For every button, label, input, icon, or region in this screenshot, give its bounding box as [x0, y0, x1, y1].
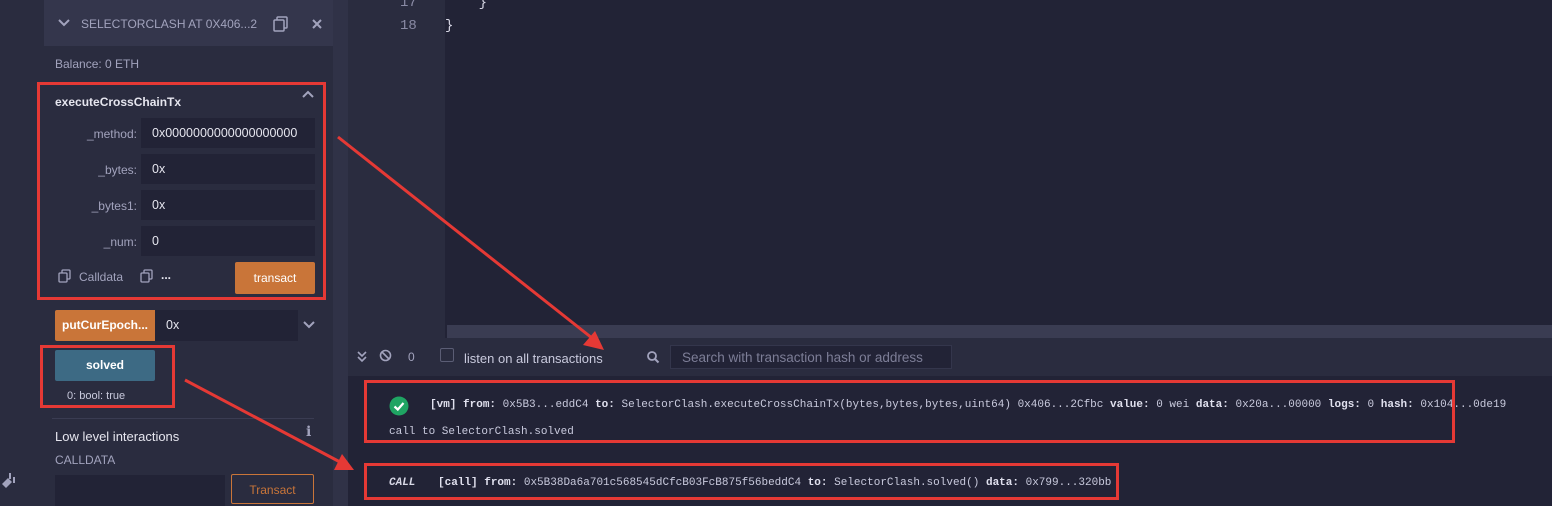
icon-rail: [0, 0, 31, 506]
low-level-title: Low level interactions: [55, 429, 180, 444]
call-to: SelectorClash.solved(): [834, 477, 980, 489]
tx-data-key: data:: [1195, 399, 1229, 411]
num-input[interactable]: 0: [141, 226, 315, 256]
low-level-transact-button[interactable]: Transact: [231, 474, 314, 504]
call-to-key: to:: [807, 477, 828, 489]
tx-to-key: to:: [595, 399, 615, 411]
collapse-terminal-icon[interactable]: [357, 351, 367, 363]
function-name: executeCrossChainTx: [55, 95, 182, 109]
call-log-line[interactable]: [call] from: 0x5B38Da6a701c568545dCfcB03…: [438, 477, 1111, 489]
tx-value: 0 wei: [1156, 399, 1190, 411]
tx-logs: 0: [1367, 399, 1375, 411]
low-level-calldata-input[interactable]: [55, 475, 225, 506]
calldata-label: Calldata: [79, 270, 124, 284]
tx-hash: 0x104...0de19: [1420, 399, 1507, 411]
tx-tag: [vm]: [430, 399, 457, 411]
solved-result: 0: bool: true: [67, 390, 126, 402]
tx-search-placeholder: Search with transaction hash or address: [682, 350, 923, 365]
contract-title: SELECTORCLASH AT 0X406...2: [81, 17, 258, 31]
balance-label: Balance: 0 ETH: [55, 57, 140, 71]
tx-from: 0x5B3...eddC4: [502, 399, 589, 411]
line-number: 17: [400, 0, 417, 11]
contract-header[interactable]: SELECTORCLASH AT 0X406...2: [44, 0, 333, 46]
param-label-bytes1: _bytes1:: [91, 199, 137, 213]
plugin-icon[interactable]: [0, 470, 18, 490]
call-from: 0x5B38Da6a701c568545dCfcB03FcB875f56bedd…: [523, 477, 802, 489]
tx-logs-key: logs:: [1327, 399, 1361, 411]
call-from-key: from:: [484, 477, 518, 489]
call-data: 0x799...320bb: [1025, 477, 1112, 489]
copy-calldata-icon[interactable]: [58, 269, 71, 283]
search-icon: [647, 351, 660, 364]
put-cur-epoch-input[interactable]: 0x: [155, 310, 298, 341]
code-editor[interactable]: } }: [445, 0, 1552, 338]
param-label-method: _method:: [86, 127, 137, 141]
chevron-down-icon[interactable]: [303, 320, 315, 330]
method-input[interactable]: 0x0000000000000000000: [141, 118, 315, 148]
low-level-calldata-label: CALLDATA: [55, 453, 116, 467]
line-number: 18: [400, 18, 417, 34]
tx-hash-key: hash:: [1380, 399, 1414, 411]
copy-params-icon[interactable]: [140, 269, 153, 283]
copy-icon[interactable]: [273, 16, 289, 32]
solved-button[interactable]: solved: [55, 350, 155, 381]
tx-data: 0x20a...00000: [1235, 399, 1322, 411]
editor-gutter: 17 18: [348, 0, 445, 338]
panel-divider[interactable]: [333, 0, 348, 506]
chevron-up-icon[interactable]: [302, 89, 314, 99]
param-label-num: _num:: [103, 235, 137, 249]
tx-search-input[interactable]: Search with transaction hash or address: [670, 345, 952, 369]
info-icon[interactable]: i: [306, 424, 311, 440]
divider: [52, 418, 314, 419]
listen-checkbox[interactable]: [440, 348, 454, 362]
call-tag: [call]: [438, 477, 478, 489]
close-icon[interactable]: [312, 19, 322, 29]
listen-label: listen on all transactions: [464, 351, 603, 366]
tx-from-key: from:: [463, 399, 497, 411]
editor-scrollbar[interactable]: [447, 325, 1552, 338]
tx-log-line[interactable]: [vm] from: 0x5B3...eddC4 to: SelectorCla…: [430, 399, 1506, 411]
terminal-toolbar: 0 listen on all transactions Search with…: [348, 338, 1552, 376]
tx-value-key: value:: [1110, 399, 1150, 411]
param-label-bytes: _bytes:: [98, 163, 137, 177]
bytes1-input[interactable]: 0x: [141, 190, 315, 220]
transact-button[interactable]: transact: [235, 262, 315, 294]
call-badge: CALL: [389, 477, 416, 489]
call-data-key: data:: [985, 477, 1019, 489]
tx-subline: call to SelectorClash.solved: [389, 426, 574, 438]
put-cur-epoch-button[interactable]: putCurEpoch...: [55, 310, 155, 341]
code-line: }: [445, 18, 454, 34]
terminal-output: [vm] from: 0x5B3...eddC4 to: SelectorCla…: [348, 376, 1552, 506]
chevron-down-icon[interactable]: [58, 18, 70, 28]
success-check-icon: [389, 396, 409, 416]
deploy-run-panel: SELECTORCLASH AT 0X406...2 Balance: 0 ET…: [30, 0, 333, 506]
pending-tx-count: 0: [408, 350, 415, 364]
bytes-input[interactable]: 0x: [141, 154, 315, 184]
clear-console-icon[interactable]: [379, 349, 392, 362]
params-ellipsis: ...: [161, 268, 172, 282]
tx-to: SelectorClash.executeCrossChainTx(bytes,…: [621, 399, 1104, 411]
code-line: }: [445, 0, 488, 11]
